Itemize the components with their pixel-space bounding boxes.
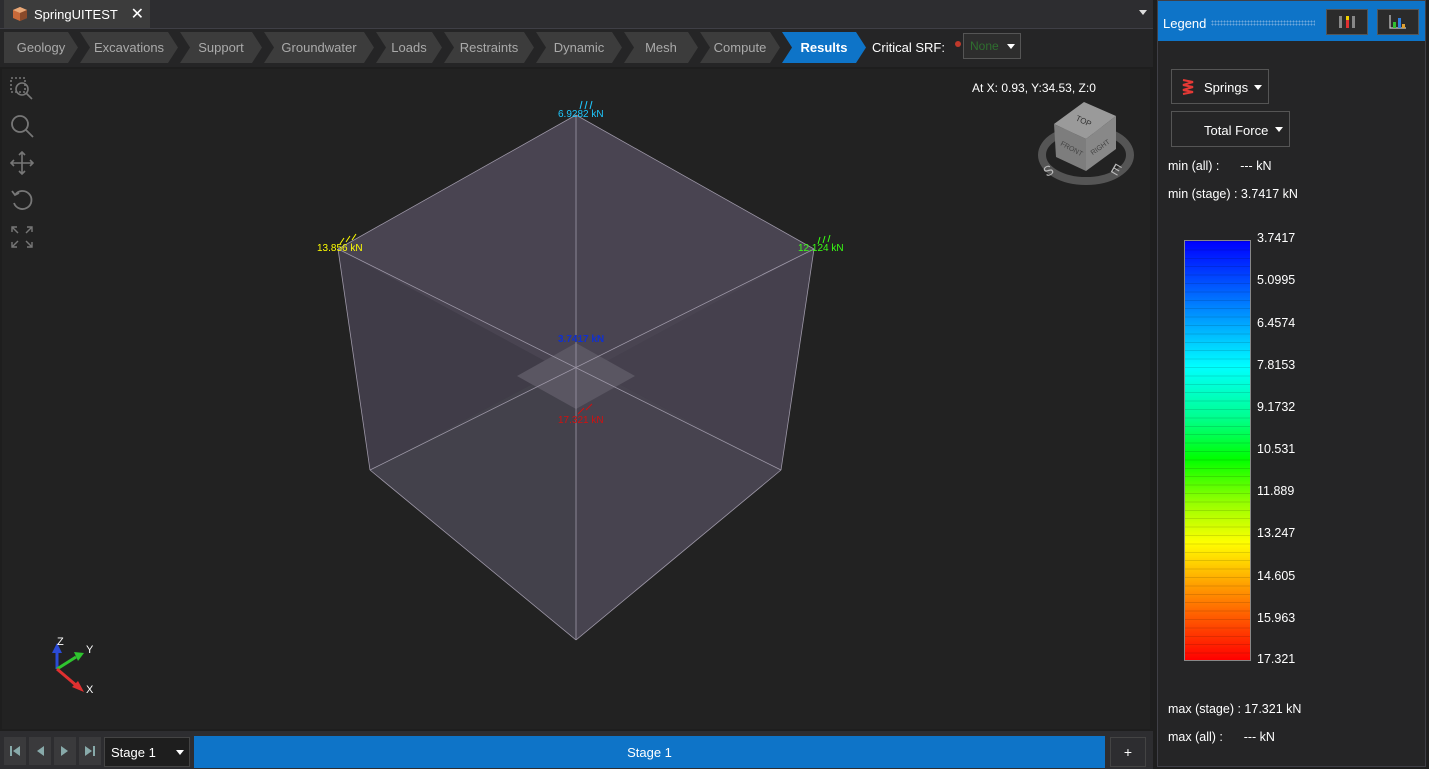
workflow-step-loads[interactable]: Loads — [376, 32, 442, 63]
scale-tick: 6.4574 — [1257, 316, 1296, 330]
color-scale-icon — [1339, 16, 1355, 28]
last-stage-icon[interactable] — [79, 737, 101, 765]
document-tab-strip: SpringUITEST ✕ — [0, 0, 1153, 29]
workflow-step-support[interactable]: Support — [180, 32, 262, 63]
workflow-bar: Geology Excavations Support Groundwater … — [0, 29, 1153, 67]
add-stage-button[interactable]: + — [1110, 737, 1146, 767]
app-icon — [13, 7, 27, 21]
chevron-down-icon — [1254, 85, 1262, 90]
chevron-down-icon — [1275, 127, 1283, 132]
zoom-window-icon[interactable] — [8, 75, 36, 103]
spring-icon — [1182, 79, 1194, 95]
min-stage-text: min (stage) : 3.7417 kN — [1168, 187, 1298, 201]
workflow-step-groundwater[interactable]: Groundwater — [264, 32, 374, 63]
workflow-step-results[interactable]: Results — [782, 32, 866, 63]
legend-chart-button[interactable] — [1377, 9, 1419, 35]
stage-dropdown[interactable]: Stage 1 — [104, 737, 190, 767]
label-center: 3.7417 kN — [558, 334, 604, 345]
legend-title: Legend — [1163, 16, 1207, 31]
chevron-down-icon — [176, 750, 184, 755]
label-left: 13.856 kN — [317, 243, 363, 254]
chart-icon — [1389, 15, 1406, 29]
status-dot-icon — [955, 41, 961, 47]
scale-tick: 11.889 — [1257, 484, 1295, 498]
workflow-step-restraints[interactable]: Restraints — [444, 32, 534, 63]
chevron-down-icon — [1007, 44, 1015, 49]
max-stage-text: max (stage) : 17.321 kN — [1168, 702, 1302, 716]
springs-label: Springs — [1204, 80, 1249, 95]
stage-bar: Stage 1 Stage 1 + — [0, 731, 1153, 769]
critical-srf-label: Critical SRF: — [872, 40, 945, 55]
first-stage-icon[interactable] — [4, 737, 26, 765]
color-scale-bar — [1184, 240, 1251, 661]
close-icon[interactable]: ✕ — [131, 4, 144, 24]
scale-tick: 17.321 — [1257, 652, 1296, 666]
scale-tick: 10.531 — [1257, 442, 1296, 456]
legend-settings-button[interactable] — [1326, 9, 1368, 35]
model-scene: 6.9282 kN 13.856 kN 12.124 kN 3.7417 kN … — [52, 100, 1134, 696]
workflow-step-mesh[interactable]: Mesh — [624, 32, 698, 63]
scale-tick: 7.8153 — [1257, 358, 1296, 372]
max-all-text: max (all) : --- kN — [1168, 730, 1275, 744]
workflow-step-geology[interactable]: Geology — [4, 32, 78, 63]
force-type-label: Total Force — [1204, 123, 1269, 138]
label-bottom-center: 17.321 kN — [558, 415, 604, 426]
legend-panel: Legend Springs Total Force min (all) : -… — [1157, 0, 1426, 767]
zoom-extents-icon[interactable] — [8, 223, 36, 251]
scale-tick: 9.1732 — [1257, 400, 1296, 414]
cursor-coordinates: At X: 0.93, Y:34.53, Z:0 — [972, 81, 1096, 95]
next-stage-icon[interactable] — [54, 737, 76, 765]
legend-header: Legend — [1158, 1, 1425, 41]
workflow-step-dynamic[interactable]: Dynamic — [536, 32, 622, 63]
axis-x-label: X — [86, 684, 94, 696]
axis-triad: Z Y X — [52, 636, 94, 696]
model-viewport[interactable]: 6.9282 kN 13.856 kN 12.124 kN 3.7417 kN … — [2, 69, 1150, 729]
scale-tick: 5.0995 — [1257, 273, 1296, 287]
axis-y-label: Y — [86, 644, 94, 656]
scale-tick: 13.247 — [1257, 526, 1296, 540]
document-title: SpringUITEST — [34, 6, 118, 22]
zoom-icon[interactable] — [8, 112, 36, 140]
scale-tick: 14.605 — [1257, 569, 1296, 583]
drag-grip-icon[interactable] — [1211, 20, 1315, 26]
label-top: 6.9282 kN — [558, 109, 604, 120]
workflow-step-compute[interactable]: Compute — [700, 32, 780, 63]
tab-overflow-icon[interactable] — [1139, 10, 1147, 15]
label-right: 12.124 kN — [798, 243, 844, 254]
min-all-text: min (all) : --- kN — [1168, 159, 1272, 173]
view-cube[interactable]: TOP FRONT RIGHT S E — [1038, 102, 1134, 185]
rotate-icon[interactable] — [8, 186, 36, 214]
view-toolbar — [8, 75, 38, 260]
critical-srf-dropdown[interactable]: None — [955, 33, 1021, 59]
stage-tab[interactable]: Stage 1 — [194, 736, 1105, 768]
scale-tick: 15.963 — [1257, 611, 1296, 625]
critical-srf-value: None — [970, 39, 999, 53]
axis-z-label: Z — [57, 636, 64, 648]
scale-tick: 3.7417 — [1257, 231, 1296, 245]
document-tab[interactable]: SpringUITEST ✕ — [4, 0, 150, 28]
workflow-step-excavations[interactable]: Excavations — [80, 32, 178, 63]
previous-stage-icon[interactable] — [29, 737, 51, 765]
force-type-dropdown[interactable]: Total Force — [1171, 111, 1290, 147]
stage-dropdown-value: Stage 1 — [111, 745, 156, 760]
springs-dropdown[interactable]: Springs — [1171, 69, 1269, 104]
pan-icon[interactable] — [8, 149, 36, 177]
